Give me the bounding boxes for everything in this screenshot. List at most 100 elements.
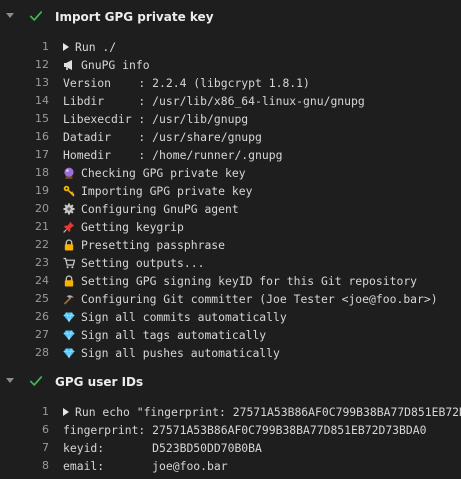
chevron-down-icon[interactable] bbox=[6, 13, 14, 18]
log-line-text: Run echo "fingerprint: 27571A53B86AF0C79… bbox=[75, 405, 461, 419]
log-line[interactable]: 1 Run ./ bbox=[0, 38, 461, 56]
log-line-text: Configuring GnuPG agent bbox=[81, 202, 239, 216]
expand-triangle-icon[interactable] bbox=[63, 408, 69, 416]
log-line[interactable]: 1 Run echo "fingerprint: 27571A53B86AF0C7… bbox=[0, 403, 461, 421]
step-title: GPG user IDs bbox=[55, 375, 144, 389]
log-line-text: Sign all pushes automatically bbox=[81, 346, 280, 360]
step-header-gpg-user-ids[interactable]: GPG user IDs bbox=[0, 367, 461, 397]
log-line-text: Checking GPG private key bbox=[81, 166, 246, 180]
log-text: Configuring Git committer (Joe Tester <j… bbox=[63, 290, 438, 308]
log-line-text: Libexecdir : /usr/lib/gnupg bbox=[63, 112, 249, 126]
line-number[interactable]: 1 bbox=[0, 403, 49, 421]
log-text: email: joe@foo.bar bbox=[63, 457, 228, 475]
log-line-text: Homedir : /home/runner/.gnupg bbox=[63, 148, 283, 162]
log-line-text: Version : 2.2.4 (libgcrypt 1.8.1) bbox=[63, 76, 310, 90]
crystal-ball-icon bbox=[63, 166, 75, 179]
log-text: Version : 2.2.4 (libgcrypt 1.8.1) bbox=[63, 74, 310, 92]
log-line: 17 Homedir : /home/runner/.gnupg bbox=[0, 146, 461, 164]
gem-icon bbox=[63, 310, 75, 323]
success-check-icon bbox=[29, 376, 43, 386]
log-line: 6 fingerprint: 27571A53B86AF0C799B38BA77D… bbox=[0, 421, 461, 439]
log-line-text: Presetting passphrase bbox=[81, 238, 226, 252]
shopping-cart-icon bbox=[63, 256, 76, 269]
line-number[interactable]: 26 bbox=[0, 308, 49, 326]
log-text: Sign all commits automatically bbox=[63, 308, 287, 326]
log-line: 18 Checking GPG private key bbox=[0, 164, 461, 182]
expand-triangle-icon[interactable] bbox=[63, 43, 69, 51]
gem-icon bbox=[63, 346, 75, 359]
log-line: 19 Importing GPG private key bbox=[0, 182, 461, 200]
success-check-icon bbox=[29, 11, 43, 21]
log-text: Configuring GnuPG agent bbox=[63, 200, 239, 218]
log-line: 8 email: joe@foo.bar bbox=[0, 457, 461, 475]
step-log-import-gpg: 1 Run ./ 12 GnuPG info 13 Version : 2.2.4 (li… bbox=[0, 38, 461, 362]
log-text: Run echo "fingerprint: 27571A53B86AF0C79… bbox=[63, 403, 461, 421]
line-number[interactable]: 27 bbox=[0, 326, 49, 344]
log-text: Setting outputs... bbox=[63, 254, 204, 272]
log-line-text: keyid: D523BD50DD70B0BA bbox=[63, 441, 262, 455]
lock-icon bbox=[63, 238, 75, 251]
pick-icon bbox=[63, 292, 75, 305]
chevron-down-icon[interactable] bbox=[6, 378, 14, 383]
line-number[interactable]: 18 bbox=[0, 164, 49, 182]
log-line: 26 Sign all commits automatically bbox=[0, 308, 461, 326]
log-line-text: Libdir : /usr/lib/x86_64-linux-gnu/gnupg bbox=[63, 94, 365, 108]
line-number[interactable]: 17 bbox=[0, 146, 49, 164]
line-number[interactable]: 16 bbox=[0, 128, 49, 146]
line-number[interactable]: 25 bbox=[0, 290, 49, 308]
log-line: 27 Sign all tags automatically bbox=[0, 326, 461, 344]
log-text: Presetting passphrase bbox=[63, 236, 225, 254]
log-text: Sign all tags automatically bbox=[63, 326, 266, 344]
log-text: Datadir : /usr/share/gnupg bbox=[63, 128, 262, 146]
log-line: 20 Configuring GnuPG agent bbox=[0, 200, 461, 218]
line-number[interactable]: 14 bbox=[0, 92, 49, 110]
log-line-text: Setting GPG signing keyID for this Git r… bbox=[81, 274, 418, 288]
log-line-text: Run ./ bbox=[75, 40, 117, 54]
line-number[interactable]: 19 bbox=[0, 182, 49, 200]
line-number[interactable]: 21 bbox=[0, 218, 49, 236]
log-line-text: fingerprint: 27571A53B86AF0C799B38BA77D8… bbox=[63, 423, 427, 437]
log-line: 7 keyid: D523BD50DD70B0BA bbox=[0, 439, 461, 457]
log-line: 22 Presetting passphrase bbox=[0, 236, 461, 254]
log-line: 24 Setting GPG signing keyID for this Git… bbox=[0, 272, 461, 290]
log-text: Libdir : /usr/lib/x86_64-linux-gnu/gnupg bbox=[63, 92, 365, 110]
log-line: 12 GnuPG info bbox=[0, 56, 461, 74]
line-number[interactable]: 23 bbox=[0, 254, 49, 272]
line-number[interactable]: 22 bbox=[0, 236, 49, 254]
line-number[interactable]: 12 bbox=[0, 56, 49, 74]
log-text: Run ./ bbox=[63, 38, 116, 56]
log-text: keyid: D523BD50DD70B0BA bbox=[63, 439, 262, 457]
log-text: Checking GPG private key bbox=[63, 164, 246, 182]
line-number[interactable]: 1 bbox=[0, 38, 49, 56]
log-line: 13 Version : 2.2.4 (libgcrypt 1.8.1) bbox=[0, 74, 461, 92]
log-text: fingerprint: 27571A53B86AF0C799B38BA77D8… bbox=[63, 421, 426, 439]
log-line: 16 Datadir : /usr/share/gnupg bbox=[0, 128, 461, 146]
step-title: Import GPG private key bbox=[55, 10, 214, 24]
line-number[interactable]: 24 bbox=[0, 272, 49, 290]
log-text: Libexecdir : /usr/lib/gnupg bbox=[63, 110, 248, 128]
gem-icon bbox=[63, 328, 75, 341]
log-line: 15 Libexecdir : /usr/lib/gnupg bbox=[0, 110, 461, 128]
line-number[interactable]: 28 bbox=[0, 344, 49, 362]
log-line-text: Getting keygrip bbox=[81, 220, 184, 234]
line-number[interactable]: 8 bbox=[0, 457, 49, 475]
lock-icon bbox=[63, 274, 75, 287]
line-number[interactable]: 6 bbox=[0, 421, 49, 439]
key-icon bbox=[63, 184, 75, 197]
line-number[interactable]: 13 bbox=[0, 74, 49, 92]
step-header-import-gpg[interactable]: Import GPG private key bbox=[0, 2, 461, 32]
line-number[interactable]: 20 bbox=[0, 200, 49, 218]
megaphone-icon bbox=[63, 58, 75, 70]
line-number[interactable]: 15 bbox=[0, 110, 49, 128]
log-line-text: email: joe@foo.bar bbox=[63, 459, 228, 473]
log-text: Getting keygrip bbox=[63, 218, 184, 236]
log-text: Homedir : /home/runner/.gnupg bbox=[63, 146, 282, 164]
log-text: Setting GPG signing keyID for this Git r… bbox=[63, 272, 417, 290]
log-text: GnuPG info bbox=[63, 56, 150, 74]
log-line-text: Sign all tags automatically bbox=[81, 328, 267, 342]
gear-icon bbox=[63, 202, 75, 215]
log-line-text: Sign all commits automatically bbox=[81, 310, 287, 324]
log-line-text: Setting outputs... bbox=[81, 256, 205, 270]
log-line: 25 Configuring Git committer (Joe Tester … bbox=[0, 290, 461, 308]
line-number[interactable]: 7 bbox=[0, 439, 49, 457]
